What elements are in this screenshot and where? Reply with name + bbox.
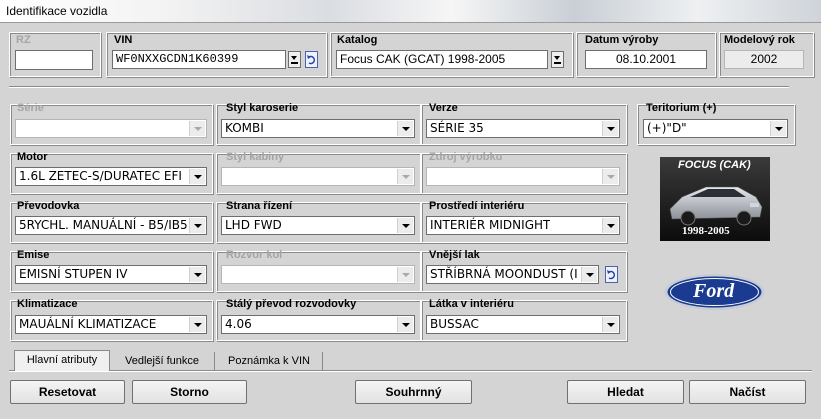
search-button[interactable]: Hledat <box>567 380 684 404</box>
engine-label: Motor <box>17 151 48 163</box>
vehicle-identification-window: Identifikace vozidla RZ VIN WF0NXXGCDN1K… <box>0 0 821 419</box>
version-value: SÉRIE 35 <box>430 121 484 135</box>
body-style-value: KOMBI <box>225 121 264 135</box>
engine-value: 1.6L ZETEC-S/DURATEC EFI <box>19 169 182 183</box>
chevron-down-icon <box>602 169 618 184</box>
product-source-label: Zdroj výrobku <box>429 151 503 163</box>
vin-input[interactable]: WF0NXXGCDN1K60399 <box>112 50 286 69</box>
top-separator <box>9 86 789 88</box>
territory-value: (+)"D" <box>647 121 687 135</box>
car-image-caption-bottom: 1998-2005 <box>682 225 730 237</box>
tab-secondary-functions[interactable]: Vedlejší funkce <box>110 352 215 370</box>
chevron-down-icon <box>770 121 786 136</box>
transmission-value: 5RYCHL. MANUÁLNÍ - B5/IB5 <box>19 218 188 232</box>
steering-side-value: LHD FWD <box>225 218 282 232</box>
tab-strip-line <box>9 370 812 372</box>
final-drive-label: Stálý převod rozvodovky <box>226 298 357 310</box>
chevron-down-icon <box>397 169 413 184</box>
title-bar[interactable]: Identifikace vozidla <box>0 0 821 23</box>
air-conditioning-select[interactable]: MAUÁLNÍ KLIMATIZACE <box>15 315 207 334</box>
car-image-caption-top: FOCUS (CAK) <box>678 159 751 171</box>
production-date-label: Datum výroby <box>585 34 659 46</box>
rz-label: RZ <box>16 34 31 46</box>
chevron-down-icon <box>189 267 205 282</box>
chevron-down-icon <box>397 121 413 136</box>
version-label: Verze <box>429 102 458 114</box>
summary-button[interactable]: Souhrnný <box>355 380 472 404</box>
paint-refresh-icon[interactable] <box>605 266 618 283</box>
interior-fabric-label: Látka v interiéru <box>429 298 514 310</box>
interior-environment-select[interactable]: INTERIÉR MIDNIGHT <box>426 216 620 235</box>
load-button[interactable]: Načíst <box>689 380 806 404</box>
chevron-down-icon <box>189 121 205 136</box>
emission-select[interactable]: EMISNÍ STUPEN IV <box>15 265 207 284</box>
chevron-down-icon <box>581 267 597 282</box>
interior-fabric-select[interactable]: BUSSAC <box>426 315 620 334</box>
chevron-down-icon <box>602 317 618 332</box>
chevron-down-icon <box>397 317 413 332</box>
catalog-download-icon[interactable] <box>551 51 564 68</box>
chevron-down-icon <box>189 317 205 332</box>
chevron-down-icon <box>189 169 205 184</box>
body-style-label: Styl karoserie <box>226 102 299 114</box>
exterior-paint-value: STŘÍBRNÁ MOONDUST (I <box>430 267 578 281</box>
interior-environment-label: Prostředí interiéru <box>429 200 525 212</box>
chevron-down-icon <box>602 121 618 136</box>
tab-main-attributes[interactable]: Hlavní atributy <box>14 350 110 371</box>
final-drive-select[interactable]: 4.06 <box>221 315 415 334</box>
ford-logo: Ford <box>663 273 766 311</box>
chevron-down-icon <box>189 218 205 233</box>
vin-label: VIN <box>114 34 133 46</box>
transmission-label: Převodovka <box>17 200 80 212</box>
rz-input[interactable] <box>15 50 93 70</box>
catalog-label: Katalog <box>337 34 378 46</box>
product-source-select[interactable] <box>426 167 620 186</box>
interior-environment-value: INTERIÉR MIDNIGHT <box>430 218 551 232</box>
chevron-down-icon <box>602 218 618 233</box>
series-label: Série <box>17 102 44 114</box>
body-style-select[interactable]: KOMBI <box>221 119 415 138</box>
production-date-input[interactable]: 08.10.2001 <box>585 50 707 69</box>
series-select[interactable] <box>15 119 207 138</box>
tab-vin-note[interactable]: Poznámka k VIN <box>216 352 323 370</box>
car-image: FOCUS (CAK) 1998-2005 <box>660 157 770 241</box>
vin-download-icon[interactable] <box>288 51 301 68</box>
steering-side-label: Strana řízení <box>226 200 293 212</box>
cab-style-select[interactable] <box>221 167 415 186</box>
version-select[interactable]: SÉRIE 35 <box>426 119 620 138</box>
ford-logo-text: Ford <box>693 280 735 302</box>
chevron-down-icon <box>397 218 413 233</box>
wheelbase-select[interactable] <box>221 265 415 284</box>
reset-button[interactable]: Resetovat <box>10 380 125 404</box>
engine-select[interactable]: 1.6L ZETEC-S/DURATEC EFI <box>15 167 207 186</box>
cancel-button[interactable]: Storno <box>132 380 247 404</box>
territory-select[interactable]: (+)"D" <box>643 119 788 138</box>
transmission-select[interactable]: 5RYCHL. MANUÁLNÍ - B5/IB5 <box>15 216 207 235</box>
chevron-down-icon <box>397 267 413 282</box>
model-year-value: 2002 <box>724 50 804 69</box>
catalog-input[interactable]: Focus CAK (GCAT) 1998-2005 <box>336 50 548 69</box>
vin-refresh-icon[interactable] <box>305 51 318 68</box>
window-title: Identifikace vozidla <box>6 4 108 18</box>
exterior-paint-label: Vnější lak <box>429 249 480 261</box>
steering-side-select[interactable]: LHD FWD <box>221 216 415 235</box>
air-conditioning-value: MAUÁLNÍ KLIMATIZACE <box>19 317 157 331</box>
emission-label: Emise <box>17 249 50 261</box>
interior-fabric-value: BUSSAC <box>430 317 479 331</box>
final-drive-value: 4.06 <box>225 317 252 331</box>
air-conditioning-label: Klimatizace <box>17 298 78 310</box>
cab-style-label: Styl kabiny <box>226 151 285 163</box>
territory-label: Teritorium (+) <box>646 102 717 114</box>
emission-value: EMISNÍ STUPEN IV <box>19 267 128 281</box>
wheelbase-label: Rozvor kol <box>226 249 283 261</box>
model-year-label: Modelový rok <box>724 34 795 46</box>
exterior-paint-select[interactable]: STŘÍBRNÁ MOONDUST (I <box>426 265 599 284</box>
